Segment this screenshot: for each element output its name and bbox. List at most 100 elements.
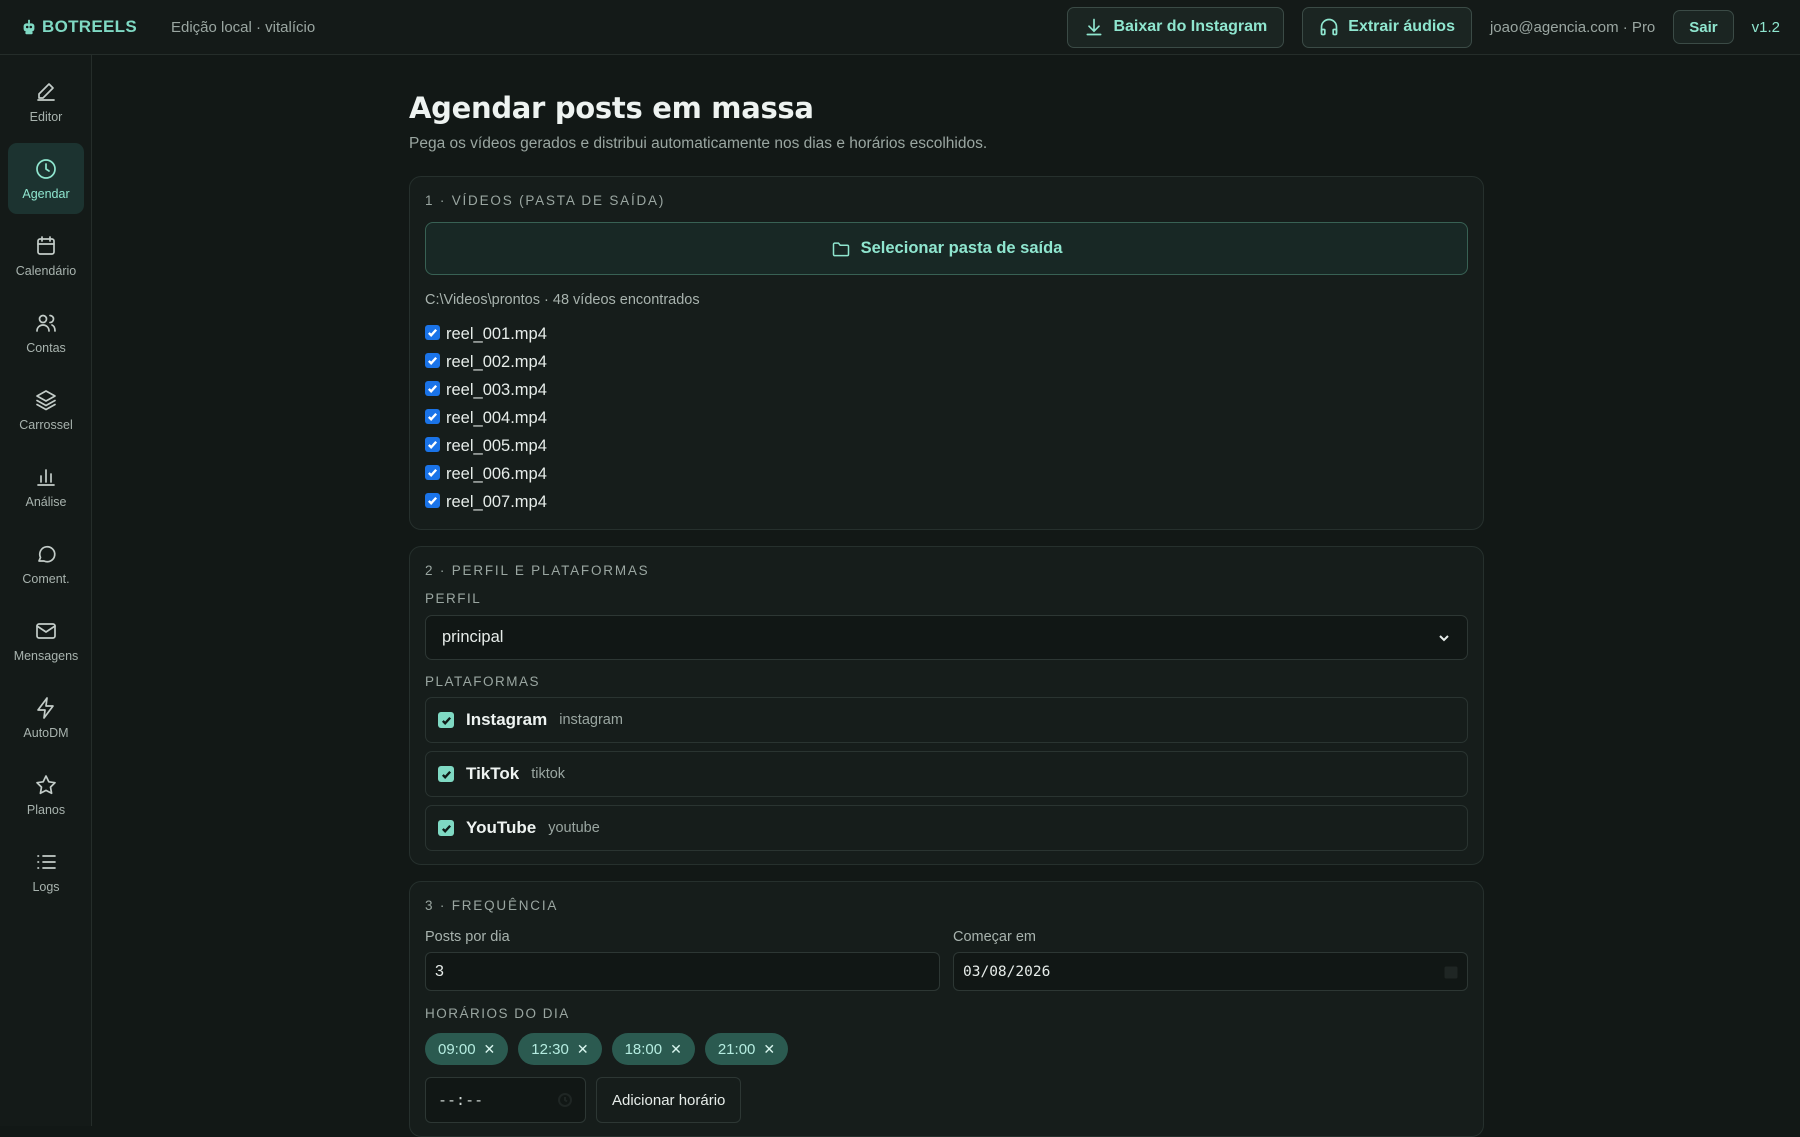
video-checkbox[interactable] — [425, 464, 440, 480]
platform-key: tiktok — [531, 766, 566, 782]
calendar-icon[interactable] — [1444, 965, 1458, 979]
chevron-down-icon — [1439, 634, 1449, 641]
check-icon — [427, 468, 438, 477]
list-item[interactable]: reel_003.mp4 — [425, 376, 1468, 404]
video-checkbox[interactable] — [425, 408, 440, 424]
times-label: HORÁRIOS DO DIA — [425, 1006, 570, 1021]
download-instagram-label: Baixar do Instagram — [1113, 18, 1268, 35]
video-filename: reel_006.mp4 — [446, 464, 547, 483]
sidebar-item-editor[interactable]: Editor — [8, 66, 84, 137]
sidebar-item-logs[interactable]: Logs — [8, 836, 84, 907]
sidebar-item-label: Editor — [29, 109, 63, 124]
sidebar-item-label: AutoDM — [23, 725, 69, 740]
download-icon — [1086, 18, 1102, 36]
frequency-grid: Posts por dia 3 Começar em 03/08/2026 — [425, 929, 1468, 991]
time-chips: 09:00 ✕ 12:30 ✕ 18:00 ✕ 21:00 ✕ — [425, 1033, 1468, 1065]
zap-icon — [37, 696, 54, 719]
time-input[interactable]: --:-- — [425, 1077, 586, 1123]
sidebar-item-agendar[interactable]: Agendar — [8, 143, 84, 214]
logout-button[interactable]: Sair — [1673, 10, 1734, 44]
clock-icon[interactable] — [557, 1092, 573, 1108]
list-item[interactable]: reel_005.mp4 — [425, 432, 1468, 460]
app-logo[interactable]: BOTREELS — [20, 17, 137, 37]
close-icon[interactable]: ✕ — [577, 1041, 589, 1058]
list-item[interactable]: reel_006.mp4 — [425, 460, 1468, 488]
sidebar-item-autodm[interactable]: AutoDM — [8, 682, 84, 753]
section-title: 1 · VÍDEOS (PASTA DE SAÍDA) — [425, 193, 666, 208]
sidebar-item-analise[interactable]: Análise — [8, 451, 84, 522]
list-item[interactable]: reel_002.mp4 — [425, 348, 1468, 376]
platform-key: instagram — [559, 712, 623, 728]
sidebar-item-label: Coment. — [22, 571, 70, 586]
page-title: Agendar posts em massa — [409, 91, 814, 125]
video-filename: reel_003.mp4 — [446, 380, 547, 399]
list-item[interactable]: reel_007.mp4 — [425, 488, 1468, 516]
platform-checkbox[interactable] — [438, 820, 454, 836]
video-checkbox[interactable] — [425, 380, 440, 396]
time-chip-label: 21:00 — [717, 1040, 756, 1058]
video-filename: reel_001.mp4 — [446, 324, 547, 343]
extract-audio-button[interactable]: Extrair áudios — [1302, 6, 1472, 48]
profile-label: PERFIL — [425, 591, 482, 606]
time-chip-label: 18:00 — [624, 1040, 663, 1058]
sidebar-item-label: Logs — [32, 879, 60, 894]
video-filename: reel_005.mp4 — [446, 436, 547, 455]
video-filename: reel_007.mp4 — [446, 492, 547, 511]
time-input-placeholder: --:-- — [438, 1091, 484, 1109]
video-filename: reel_004.mp4 — [446, 408, 547, 427]
sidebar-item-label: Agendar — [22, 186, 70, 201]
time-chip: 12:30 ✕ — [518, 1033, 602, 1065]
platform-name: YouTube — [466, 818, 537, 837]
close-icon[interactable]: ✕ — [484, 1041, 496, 1058]
video-checkbox[interactable] — [425, 436, 440, 452]
list-item[interactable]: reel_001.mp4 — [425, 320, 1468, 348]
platform-checkbox[interactable] — [438, 712, 454, 728]
platform-checkbox[interactable] — [438, 766, 454, 782]
start-date-label: Começar em — [953, 929, 1036, 945]
video-checkbox[interactable] — [425, 352, 440, 368]
platform-instagram[interactable]: Instagram instagram — [425, 697, 1468, 743]
sidebar-item-label: Análise — [25, 494, 67, 509]
list-item[interactable]: reel_004.mp4 — [425, 404, 1468, 432]
close-icon[interactable]: ✕ — [763, 1041, 775, 1058]
add-time-button[interactable]: Adicionar horário — [596, 1077, 742, 1123]
sidebar-item-carrossel[interactable]: Carrossel — [8, 374, 84, 445]
video-checkbox[interactable] — [425, 324, 440, 340]
page-subtitle: Pega os vídeos gerados e distribui autom… — [409, 135, 988, 152]
main-content: Agendar posts em massa Pega os vídeos ge… — [409, 55, 1484, 1137]
check-icon — [427, 412, 438, 421]
add-time-row: --:-- Adicionar horário — [425, 1077, 1468, 1123]
sidebar-item-label: Planos — [26, 802, 66, 817]
layers-icon — [36, 389, 56, 410]
check-icon — [441, 770, 451, 779]
posts-per-day-input[interactable]: 3 — [425, 952, 940, 991]
bar-chart-icon — [37, 468, 55, 486]
check-icon — [427, 328, 438, 337]
video-filename: reel_002.mp4 — [446, 352, 547, 371]
top-bar: BOTREELS Edição local · vitalício Baixar… — [0, 0, 1800, 55]
check-icon — [427, 496, 438, 505]
platform-name: TikTok — [466, 764, 520, 783]
download-instagram-button[interactable]: Baixar do Instagram — [1067, 6, 1285, 48]
folder-icon — [832, 241, 849, 256]
sidebar-item-planos[interactable]: Planos — [8, 759, 84, 830]
start-date-input[interactable]: 03/08/2026 — [953, 952, 1468, 991]
robot-icon — [23, 19, 35, 35]
sidebar-item-comentarios[interactable]: Coment. — [8, 528, 84, 599]
select-folder-button[interactable]: Selecionar pasta de saída — [425, 222, 1468, 275]
time-chip-label: 09:00 — [438, 1040, 476, 1058]
clock-icon — [36, 158, 56, 179]
sidebar-item-mensagens[interactable]: Mensagens — [8, 605, 84, 676]
pencil-icon — [37, 82, 55, 101]
sidebar-item-contas[interactable]: Contas — [8, 297, 84, 368]
platform-tiktok[interactable]: TikTok tiktok — [425, 751, 1468, 797]
section-title: 2 · PERFIL E PLATAFORMAS — [425, 563, 650, 578]
profile-select[interactable]: principal — [425, 615, 1468, 660]
frequency-section: 3 · FREQUÊNCIA Posts por dia 3 Começar e… — [409, 881, 1484, 1137]
platform-name: Instagram — [466, 710, 548, 729]
video-checkbox[interactable] — [425, 492, 440, 508]
platform-youtube[interactable]: YouTube youtube — [425, 805, 1468, 851]
app-name: BOTREELS — [42, 17, 137, 36]
sidebar-item-calendario[interactable]: Calendário — [8, 220, 84, 291]
close-icon[interactable]: ✕ — [670, 1041, 682, 1058]
